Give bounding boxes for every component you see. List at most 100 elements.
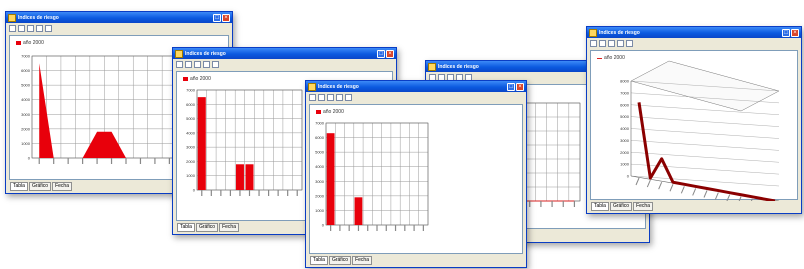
- y-tick-label: 0: [28, 156, 31, 161]
- chart-svg: 7000 6000 5000 4000 3000 2000 1000 0: [315, 121, 429, 231]
- y-tick-label: 6000: [620, 102, 630, 107]
- chart-area: año 2000 8000 7000 6000 5000 4000 3000 2000 100…: [590, 50, 798, 201]
- y-tick-label: 6000: [315, 135, 325, 140]
- window-title: Indices de riesgo: [18, 14, 59, 21]
- close-button[interactable]: ×: [791, 28, 799, 37]
- tab-grafico[interactable]: Gráfico: [609, 202, 633, 211]
- y-tick-label: 7000: [21, 54, 31, 59]
- tab-tabla[interactable]: Tabla: [310, 256, 328, 265]
- x-tick-stub: [669, 184, 674, 192]
- export-icon[interactable]: [212, 60, 219, 68]
- open-icon[interactable]: [9, 24, 16, 32]
- tab-grafico[interactable]: Gráfico: [28, 182, 52, 191]
- export-icon[interactable]: [626, 39, 633, 47]
- chart-icon[interactable]: [599, 39, 606, 47]
- y-tick-label: 2000: [315, 193, 325, 198]
- print-icon[interactable]: [336, 93, 343, 101]
- gridline-3d: [630, 116, 780, 127]
- x-tick-stub: [692, 188, 697, 196]
- tab-tabla[interactable]: Tabla: [10, 182, 28, 191]
- close-button[interactable]: ×: [222, 13, 230, 22]
- plot-frame: [325, 122, 429, 226]
- window-3d-line-chart: Indices de riesgo □ × año 2000 8000 7000 6…: [586, 26, 802, 214]
- y-tick-label: 5000: [186, 116, 196, 121]
- title-bar[interactable]: Indices de riesgo □ ×: [6, 12, 232, 23]
- window-title: Indices de riesgo: [318, 83, 359, 90]
- gridline-3d: [630, 128, 780, 139]
- tab-grafico[interactable]: Gráfico: [195, 223, 219, 232]
- y-tick-label: 7000: [620, 90, 630, 95]
- tab-fecha[interactable]: Fecha: [352, 256, 372, 265]
- chart-icon[interactable]: [18, 24, 25, 32]
- open-icon[interactable]: [176, 60, 183, 68]
- tab-fecha[interactable]: Fecha: [633, 202, 653, 211]
- tab-tabla[interactable]: Tabla: [591, 202, 609, 211]
- bar: [326, 133, 335, 225]
- print-icon[interactable]: [203, 60, 210, 68]
- x-tick-stub: [646, 179, 651, 188]
- restore-button[interactable]: □: [377, 49, 385, 58]
- y-tick-label: 3000: [21, 112, 31, 117]
- open-icon[interactable]: [309, 93, 316, 101]
- restore-button[interactable]: □: [507, 82, 515, 91]
- toolbar: [173, 59, 396, 69]
- app-icon: [428, 62, 436, 71]
- y-tick-label: 1000: [620, 162, 630, 167]
- view-tabs: Tabla Gráfico Fecha: [10, 182, 72, 191]
- y-tick-label: 4000: [186, 130, 196, 135]
- x-tick-stub: [635, 177, 640, 186]
- chart-icon[interactable]: [608, 39, 615, 47]
- view-tabs: Tabla Gráfico Fecha: [591, 202, 653, 211]
- chart-icon[interactable]: [185, 60, 192, 68]
- x-tick-stub: [658, 181, 663, 190]
- bar: [235, 164, 244, 190]
- window-title: Indices de riesgo: [599, 29, 640, 36]
- title-bar[interactable]: Indices de riesgo □ ×: [587, 27, 801, 38]
- x-tick-stub: [680, 186, 685, 194]
- y-tick-label: 7000: [315, 121, 325, 126]
- tab-grafico[interactable]: Gráfico: [328, 256, 352, 265]
- restore-button[interactable]: □: [782, 28, 790, 37]
- y-tick-label: 8000: [620, 79, 630, 84]
- y-tick-label: 3000: [620, 138, 630, 143]
- tab-fecha[interactable]: Fecha: [219, 223, 239, 232]
- toolbar: [306, 92, 526, 102]
- restore-button[interactable]: □: [213, 13, 221, 22]
- y-tick-label: 2000: [186, 159, 196, 164]
- gridline-3d: [630, 152, 780, 163]
- view-tabs: Tabla Gráfico Fecha: [310, 256, 372, 265]
- app-icon: [8, 13, 16, 22]
- y-tick-label: 6000: [186, 102, 196, 107]
- title-bar[interactable]: Indices de riesgo □ ×: [173, 48, 396, 59]
- bar: [197, 97, 206, 190]
- export-icon[interactable]: [345, 93, 352, 101]
- y-tick-label: 2000: [620, 150, 630, 155]
- title-bar[interactable]: Indices de riesgo □ ×: [306, 81, 526, 92]
- bar: [354, 197, 363, 225]
- print-icon[interactable]: [617, 39, 624, 47]
- y-tick-label: 7000: [186, 88, 196, 93]
- print-icon[interactable]: [36, 24, 43, 32]
- y-tick-label: 0: [193, 188, 196, 193]
- export-icon[interactable]: [45, 24, 52, 32]
- x-tick-stub: [750, 198, 753, 201]
- y-tick-label: 1000: [315, 208, 325, 213]
- gridline-3d: [630, 175, 780, 187]
- x-tick-stub: [714, 192, 719, 200]
- app-icon: [308, 82, 316, 91]
- window-bar-chart-front: Indices de riesgo □ × año 2000 7000 6000 5…: [305, 80, 527, 268]
- y-tick-label: 0: [322, 223, 325, 228]
- bar: [245, 164, 254, 190]
- tab-fecha[interactable]: Fecha: [52, 182, 72, 191]
- view-tabs: Tabla Gráfico Fecha: [177, 223, 239, 232]
- chart-icon[interactable]: [327, 93, 334, 101]
- chart-icon[interactable]: [318, 93, 325, 101]
- y-tick-label: 4000: [620, 126, 630, 131]
- gridline-3d: [630, 140, 780, 151]
- close-button[interactable]: ×: [386, 49, 394, 58]
- chart-icon[interactable]: [27, 24, 34, 32]
- chart-icon[interactable]: [194, 60, 201, 68]
- tab-tabla[interactable]: Tabla: [177, 223, 195, 232]
- close-button[interactable]: ×: [516, 82, 524, 91]
- open-icon[interactable]: [590, 39, 597, 47]
